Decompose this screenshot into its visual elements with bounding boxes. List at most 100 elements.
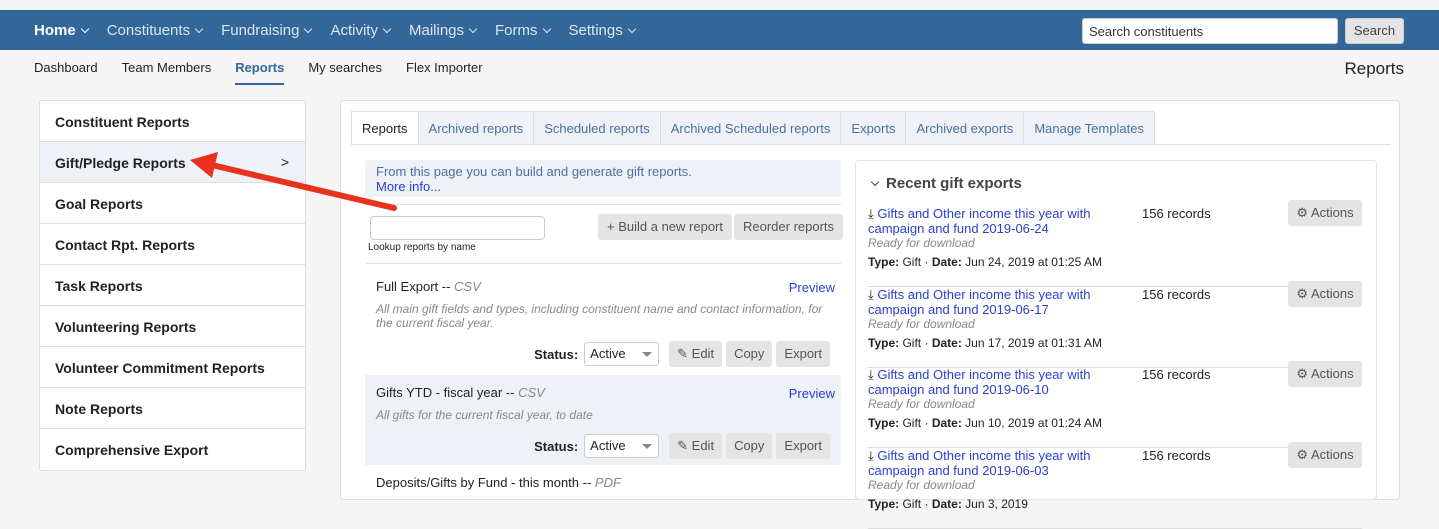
preview-link[interactable]: Preview (789, 386, 835, 401)
info-box: From this page you can build and generat… (365, 160, 841, 197)
status-label: Status: (534, 438, 579, 454)
export-meta: Type: Gift · Date: Jun 24, 2019 at 01:25… (868, 255, 1102, 269)
export-date: Jun 10, 2019 at 01:24 AM (965, 416, 1102, 430)
chevron-right-icon: > (280, 154, 289, 170)
export-item: ⤓ Gifts and Other income this year with … (868, 361, 1362, 448)
export-download-link[interactable]: ⤓ Gifts and Other income this year with … (868, 206, 1113, 236)
export-meta: Type: Gift · Date: Jun 3, 2019 (868, 496, 1028, 511)
recent-exports-panel: Recent gift exports ⤓ Gifts and Other in… (855, 160, 1377, 529)
export-download-link[interactable]: ⤓ Gifts and Other income this year with … (868, 448, 1113, 478)
record-count: 156 records (1142, 286, 1211, 302)
actions-button[interactable]: ⚙ Actions (1288, 280, 1362, 307)
report-tabs: Reports Archived reports Scheduled repor… (351, 111, 1391, 145)
actions-button[interactable]: ⚙ Actions (1288, 441, 1362, 468)
nav-fundraising[interactable]: Fundraising (221, 21, 313, 39)
subnav-dashboard[interactable]: Dashboard (34, 60, 98, 85)
nav-forms[interactable]: Forms (495, 21, 551, 39)
sub-nav: Dashboard Team Members Reports My search… (34, 60, 507, 85)
lookup-reports-input[interactable] (370, 216, 545, 240)
gear-icon: ⚙ (1296, 285, 1309, 301)
report-description: All gifts for the current fiscal year, t… (376, 408, 593, 422)
export-name: Gifts and Other income this year with ca… (868, 367, 1091, 397)
sidebar-item-gift-pledge-reports[interactable]: Gift/Pledge Reports > (40, 142, 305, 183)
download-icon: ⤓ (868, 286, 874, 302)
export-date: Jun 3, 2019 (965, 496, 1028, 511)
record-count: 156 records (1142, 206, 1211, 221)
sidebar-item-contact-reports[interactable]: Contact Rpt. Reports (40, 224, 305, 265)
section-title: Recent gift exports (886, 175, 1022, 192)
edit-button[interactable]: ✎ Edit (669, 341, 723, 367)
sidebar-item-task-reports[interactable]: Task Reports (40, 265, 305, 306)
nav-constituents[interactable]: Constituents (107, 22, 204, 39)
copy-button[interactable]: Copy (726, 433, 773, 459)
export-meta: Type: Gift · Date: Jun 10, 2019 at 01:24… (868, 416, 1102, 430)
export-download-link[interactable]: ⤓ Gifts and Other income this year with … (868, 367, 1113, 397)
edit-button[interactable]: ✎ Edit (669, 433, 723, 459)
sidebar-item-note-reports[interactable]: Note Reports (40, 388, 305, 429)
subnav-flex-importer[interactable]: Flex Importer (406, 60, 483, 85)
sidebar-item-constituent-reports[interactable]: Constituent Reports (40, 101, 305, 142)
export-button[interactable]: Export (776, 341, 830, 367)
tab-manage-templates[interactable]: Manage Templates (1023, 111, 1155, 144)
nav-home[interactable]: Home (34, 22, 89, 39)
subnav-my-searches[interactable]: My searches (308, 60, 382, 85)
gear-icon: ⚙ (1296, 205, 1309, 220)
info-text: From this page you can build and generat… (376, 164, 692, 179)
record-count: 156 records (1142, 447, 1211, 463)
subnav-team-members[interactable]: Team Members (122, 60, 212, 85)
type-label: Type: (868, 496, 900, 511)
preview-link[interactable]: Preview (789, 280, 835, 295)
actions-label: Actions (1310, 366, 1354, 381)
tab-reports[interactable]: Reports (351, 111, 419, 144)
build-new-report-button[interactable]: + Build a new report (598, 214, 732, 240)
tab-exports[interactable]: Exports (840, 111, 907, 144)
nav-label: Settings (568, 21, 623, 39)
sidebar-item-volunteer-commitment-reports[interactable]: Volunteer Commitment Reports (40, 347, 305, 388)
export-download-link[interactable]: ⤓ Gifts and Other income this year with … (868, 287, 1113, 317)
date-label: Date: (931, 416, 962, 430)
nav-label: Mailings (408, 21, 465, 39)
more-info-link[interactable]: More info... (376, 179, 830, 194)
report-item: Deposits/Gifts by Fund - this month -- P… (365, 465, 841, 500)
reorder-reports-button[interactable]: Reorder reports (734, 214, 844, 240)
recent-exports-header[interactable]: Recent gift exports (870, 175, 1022, 192)
nav-activity[interactable]: Activity (330, 22, 392, 39)
export-name: Gifts and Other income this year with ca… (868, 286, 1091, 317)
search-button[interactable]: Search (1345, 18, 1404, 44)
copy-button[interactable]: Copy (726, 341, 773, 367)
chevron-down-icon (304, 24, 313, 33)
actions-button[interactable]: ⚙ Actions (1288, 361, 1362, 387)
report-name: Full Export -- (376, 279, 451, 294)
report-item: Gifts YTD - fiscal year -- CSV Preview A… (365, 375, 841, 465)
status-select[interactable]: Active (584, 342, 660, 366)
record-count: 156 records (1142, 367, 1211, 382)
export-type: Gift (902, 335, 922, 350)
tab-archived-reports[interactable]: Archived reports (417, 111, 535, 144)
export-status: Ready for download (868, 236, 975, 250)
export-type: Gift (902, 496, 922, 511)
subnav-reports[interactable]: Reports (235, 60, 285, 85)
search-constituents-input[interactable]: Search constituents (1082, 18, 1338, 44)
sidebar-item-volunteering-reports[interactable]: Volunteering Reports (40, 306, 305, 347)
tab-archived-exports[interactable]: Archived exports (905, 111, 1025, 144)
type-label: Type: (868, 416, 900, 430)
divider (365, 263, 841, 264)
chevron-down-icon (194, 24, 204, 33)
nav-settings[interactable]: Settings (568, 21, 636, 39)
export-button[interactable]: Export (776, 433, 830, 459)
chevron-down-icon (468, 24, 478, 33)
report-format: CSV (518, 385, 545, 400)
tab-scheduled-reports[interactable]: Scheduled reports (533, 111, 661, 144)
actions-label: Actions (1310, 285, 1354, 301)
gear-icon: ⚙ (1296, 446, 1309, 462)
status-select[interactable]: Active (584, 434, 660, 458)
nav-label: Fundraising (221, 21, 300, 39)
sidebar-item-label: Gift/Pledge Reports (55, 155, 186, 171)
download-icon: ⤓ (868, 447, 874, 463)
actions-button[interactable]: ⚙ Actions (1288, 200, 1362, 226)
sidebar-item-goal-reports[interactable]: Goal Reports (40, 183, 305, 224)
nav-label: Forms (495, 21, 538, 39)
sidebar-item-comprehensive-export[interactable]: Comprehensive Export (40, 429, 305, 470)
nav-mailings[interactable]: Mailings (408, 21, 478, 39)
tab-archived-scheduled-reports[interactable]: Archived Scheduled reports (659, 111, 842, 144)
